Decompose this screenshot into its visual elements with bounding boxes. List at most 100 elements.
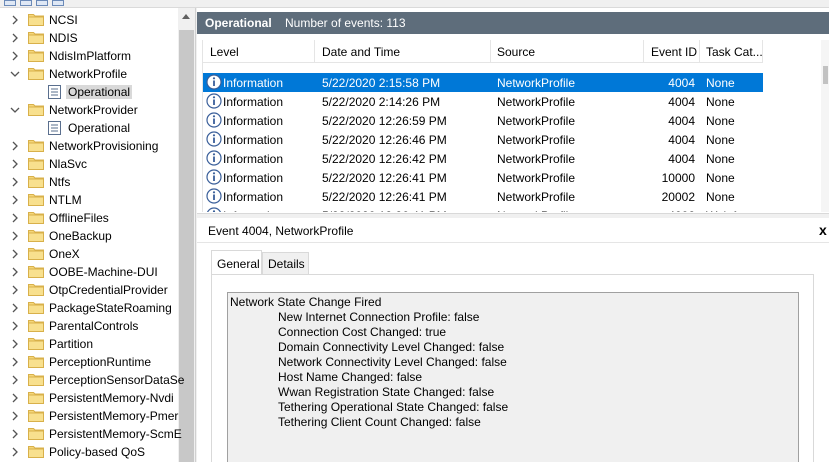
tree-item-folder[interactable]: PerceptionSensorDataSe: [0, 371, 184, 389]
column-separator[interactable]: [699, 40, 700, 62]
tree-item-folder[interactable]: PerceptionRuntime: [0, 353, 178, 371]
tree-item-folder[interactable]: Partition: [0, 335, 178, 353]
tree-item-folder[interactable]: NDIS: [0, 29, 178, 47]
folder-icon: [28, 337, 44, 350]
pane-splitter[interactable]: [197, 213, 829, 218]
chevron-down-icon[interactable]: [10, 69, 20, 79]
chevron-right-icon[interactable]: [10, 195, 20, 205]
chevron-right-icon[interactable]: [10, 447, 20, 457]
tab-general[interactable]: General: [211, 250, 262, 274]
tree-item-label: NlaSvc: [49, 157, 88, 171]
cell-task-category: None: [706, 76, 735, 90]
grid-scroll-thumb[interactable]: [823, 66, 828, 84]
tree-item-folder[interactable]: ParentalControls: [0, 317, 178, 335]
chevron-right-icon[interactable]: [10, 51, 20, 61]
tree-item-label: OneX: [49, 247, 80, 261]
folder-icon: [28, 445, 44, 458]
column-header-datetime[interactable]: Date and Time: [322, 45, 400, 59]
tree-item-folder[interactable]: PersistentMemory-ScmE: [0, 425, 182, 443]
tree-scrollbar[interactable]: [178, 8, 195, 462]
chevron-right-icon[interactable]: [10, 15, 20, 25]
chevron-right-icon[interactable]: [10, 285, 20, 295]
tree-item-label: PerceptionRuntime: [49, 355, 152, 369]
chevron-right-icon[interactable]: [10, 429, 20, 439]
toolbar-button-2[interactable]: [20, 0, 32, 6]
scroll-up-arrow-icon[interactable]: [182, 14, 190, 19]
grid-scrollbar[interactable]: [821, 40, 829, 212]
column-header-level[interactable]: Level: [210, 45, 239, 59]
information-icon: [206, 207, 222, 212]
table-row[interactable]: Information 5/22/2020 12:26:46 PM NetworkP…: [203, 130, 763, 149]
close-icon[interactable]: x: [819, 222, 827, 238]
tree-item-folder[interactable]: Ntfs: [0, 173, 178, 191]
chevron-right-icon[interactable]: [10, 321, 20, 331]
cell-source: NetworkProfile: [497, 171, 576, 185]
chevron-right-icon[interactable]: [10, 393, 20, 403]
tree-item-folder[interactable]: NetworkProvider: [0, 101, 178, 119]
chevron-right-icon[interactable]: [10, 411, 20, 421]
table-row[interactable]: Information 5/22/2020 12:26:41 PM NetworkP…: [203, 206, 763, 212]
toolbar-button-4[interactable]: [52, 0, 64, 6]
chevron-right-icon[interactable]: [10, 141, 20, 151]
table-row[interactable]: Information 5/22/2020 12:26:42 PM NetworkP…: [203, 149, 763, 168]
tree-item-folder[interactable]: NetworkProvisioning: [0, 137, 178, 155]
chevron-right-icon[interactable]: [10, 303, 20, 313]
toolbar-button-3[interactable]: [36, 0, 48, 6]
tree-item-folder[interactable]: NlaSvc: [0, 155, 178, 173]
tree-item-folder[interactable]: PersistentMemory-Nvdi: [0, 389, 178, 407]
table-row[interactable]: Information 5/22/2020 12:26:59 PM NetworkP…: [203, 111, 763, 130]
tree-item-folder[interactable]: NCSI: [0, 11, 178, 29]
folder-icon: [28, 373, 44, 386]
column-header-task-category[interactable]: Task Cat...: [706, 45, 763, 59]
tree-item-log[interactable]: Operational: [0, 119, 178, 137]
toolbar-button-1[interactable]: [4, 0, 16, 6]
chevron-right-icon[interactable]: [10, 33, 20, 43]
table-row[interactable]: Information 5/22/2020 2:15:58 PM NetworkPr…: [203, 73, 763, 92]
chevron-right-icon[interactable]: [10, 159, 20, 169]
folder-icon: [28, 139, 44, 152]
chevron-right-icon[interactable]: [10, 267, 20, 277]
tree-scroll-thumb[interactable]: [179, 30, 194, 462]
general-tab-panel: Network State Change Fired New Internet C…: [211, 274, 814, 462]
column-separator[interactable]: [762, 40, 763, 62]
folder-icon: [28, 247, 44, 260]
column-separator[interactable]: [643, 40, 644, 62]
table-row[interactable]: Information 5/22/2020 12:26:41 PM NetworkP…: [203, 168, 763, 187]
table-row[interactable]: Information 5/22/2020 12:26:41 PM NetworkP…: [203, 187, 763, 206]
toolbar-strip: [0, 0, 829, 8]
tree-item-log[interactable]: Operational: [0, 83, 178, 101]
chevron-down-icon[interactable]: [10, 105, 20, 115]
tree-item-folder[interactable]: OneBackup: [0, 227, 178, 245]
tree-item-folder[interactable]: PersistentMemory-Pmer: [0, 407, 178, 425]
chevron-right-icon[interactable]: [10, 249, 20, 259]
column-separator[interactable]: [490, 40, 491, 62]
cell-level: Information: [223, 133, 284, 147]
table-row[interactable]: Information 5/22/2020 2:14:26 PM NetworkPr…: [203, 92, 763, 111]
tree-item-folder[interactable]: PackageStateRoaming: [0, 299, 178, 317]
tree-item-folder[interactable]: OneX: [0, 245, 178, 263]
tree-item-folder[interactable]: NdisImPlatform: [0, 47, 178, 65]
tab-details[interactable]: Details: [262, 252, 309, 274]
tree-item-folder[interactable]: OtpCredentialProvider: [0, 281, 178, 299]
chevron-right-icon[interactable]: [10, 339, 20, 349]
event-message-box[interactable]: Network State Change Fired New Internet C…: [227, 292, 799, 462]
column-header-source[interactable]: Source: [497, 45, 535, 59]
chevron-right-icon[interactable]: [10, 177, 20, 187]
tree-item-folder[interactable]: OOBE-Machine-DUI: [0, 263, 178, 281]
chevron-right-icon[interactable]: [10, 357, 20, 367]
tree-item-folder[interactable]: NTLM: [0, 191, 178, 209]
tree-item-folder[interactable]: NetworkProfile: [0, 65, 178, 83]
cell-datetime: 5/22/2020 2:14:26 PM: [322, 95, 441, 109]
folder-icon: [28, 409, 44, 422]
column-separator[interactable]: [314, 40, 315, 62]
chevron-right-icon[interactable]: [10, 375, 20, 385]
chevron-right-icon[interactable]: [10, 213, 20, 223]
cell-level: Information: [223, 114, 284, 128]
tree-item-folder[interactable]: OfflineFiles: [0, 209, 178, 227]
tree-item-folder[interactable]: Policy-based QoS: [0, 443, 178, 461]
cell-task-category: None: [706, 190, 735, 204]
event-message-line: New Internet Connection Profile: false: [278, 310, 480, 324]
chevron-right-icon[interactable]: [10, 231, 20, 241]
column-header-event-id[interactable]: Event ID: [651, 45, 697, 59]
log-tree: NCSI NDIS NdisImPlatform NetworkProfile Oper…: [0, 8, 196, 462]
